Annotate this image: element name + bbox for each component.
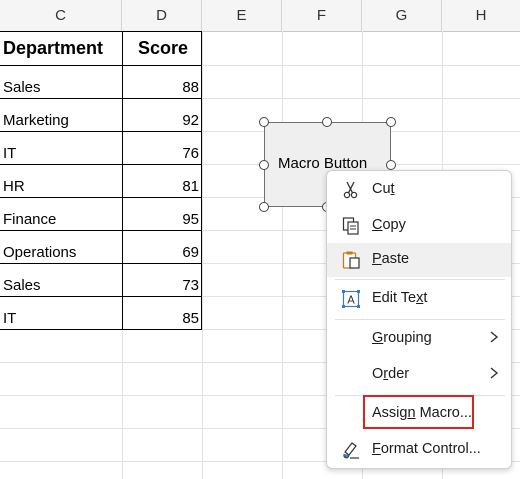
table-border bbox=[0, 131, 202, 132]
table-border bbox=[0, 31, 202, 32]
table-border bbox=[0, 164, 202, 165]
column-header-e[interactable]: E bbox=[202, 0, 282, 31]
menu-item-label: Paste bbox=[372, 251, 410, 267]
menu-item-label: Grouping bbox=[372, 330, 432, 346]
menu-item-paste[interactable]: Paste bbox=[327, 243, 511, 277]
table-border bbox=[0, 263, 202, 264]
assign-macro-highlight bbox=[363, 395, 474, 429]
cell-score[interactable]: 81 bbox=[122, 170, 202, 203]
menu-item-cut[interactable]: Cut bbox=[327, 173, 511, 207]
menu-item-grouping[interactable]: Grouping bbox=[327, 322, 511, 356]
header-department[interactable]: Department bbox=[0, 32, 122, 65]
resize-handle-bottom-left[interactable] bbox=[259, 202, 269, 212]
cell-department[interactable]: Finance bbox=[0, 203, 122, 236]
column-header-h[interactable]: H bbox=[442, 0, 520, 31]
resize-handle-top-right[interactable] bbox=[386, 117, 396, 127]
cell-score[interactable]: 92 bbox=[122, 104, 202, 137]
table-border bbox=[0, 296, 202, 297]
table-border bbox=[0, 230, 202, 231]
spreadsheet: C D E F G H Department Score Sales 88 Ma… bbox=[0, 0, 520, 479]
svg-text:A: A bbox=[347, 294, 355, 307]
cell-department[interactable]: Operations bbox=[0, 236, 122, 269]
resize-handle-top-left[interactable] bbox=[259, 117, 269, 127]
table-border bbox=[0, 197, 202, 198]
chevron-right-icon bbox=[490, 367, 499, 379]
cell-department[interactable]: IT bbox=[0, 137, 122, 170]
table-border bbox=[0, 65, 202, 66]
resize-handle-right[interactable] bbox=[386, 160, 396, 170]
menu-item-label: Edit Text bbox=[372, 290, 428, 306]
cell-department[interactable]: Marketing bbox=[0, 104, 122, 137]
menu-item-copy[interactable]: Copy bbox=[327, 209, 511, 243]
header-score[interactable]: Score bbox=[122, 32, 202, 65]
cell-score[interactable]: 76 bbox=[122, 137, 202, 170]
menu-separator bbox=[335, 319, 505, 320]
cell-score[interactable]: 85 bbox=[122, 302, 202, 335]
resize-handle-left[interactable] bbox=[259, 160, 269, 170]
menu-item-label: Copy bbox=[372, 217, 406, 233]
menu-item-edit-text[interactable]: A Edit Text bbox=[327, 282, 511, 316]
cell-score[interactable]: 95 bbox=[122, 203, 202, 236]
cell-department[interactable]: Sales bbox=[0, 71, 122, 104]
column-header-c[interactable]: C bbox=[0, 0, 122, 31]
menu-item-label: Format Control... bbox=[372, 441, 481, 457]
cell-score[interactable]: 69 bbox=[122, 236, 202, 269]
format-control-icon bbox=[343, 442, 359, 459]
cell-department[interactable]: Sales bbox=[0, 269, 122, 302]
column-header-f[interactable]: F bbox=[282, 0, 362, 31]
menu-item-label: Order bbox=[372, 366, 410, 382]
resize-handle-top[interactable] bbox=[322, 117, 332, 127]
column-header-row: C D E F G H bbox=[0, 0, 520, 32]
menu-separator bbox=[335, 279, 505, 280]
column-header-g[interactable]: G bbox=[362, 0, 442, 31]
copy-icon bbox=[342, 217, 359, 235]
cell-department[interactable]: IT bbox=[0, 302, 122, 335]
chevron-right-icon bbox=[490, 331, 499, 343]
table-border bbox=[201, 31, 202, 329]
paste-icon bbox=[342, 251, 360, 269]
scissors-icon bbox=[343, 181, 358, 199]
menu-item-order[interactable]: Order bbox=[327, 358, 511, 392]
table-border bbox=[0, 329, 202, 330]
column-header-d[interactable]: D bbox=[122, 0, 202, 31]
cell-score[interactable]: 73 bbox=[122, 269, 202, 302]
cell-score[interactable]: 88 bbox=[122, 71, 202, 104]
cell-department[interactable]: HR bbox=[0, 170, 122, 203]
menu-item-label: Cut bbox=[372, 181, 395, 197]
table-border bbox=[0, 98, 202, 99]
edit-text-icon: A bbox=[342, 290, 360, 308]
table-border bbox=[122, 31, 123, 329]
menu-item-format-control[interactable]: Format Control... bbox=[327, 433, 511, 467]
